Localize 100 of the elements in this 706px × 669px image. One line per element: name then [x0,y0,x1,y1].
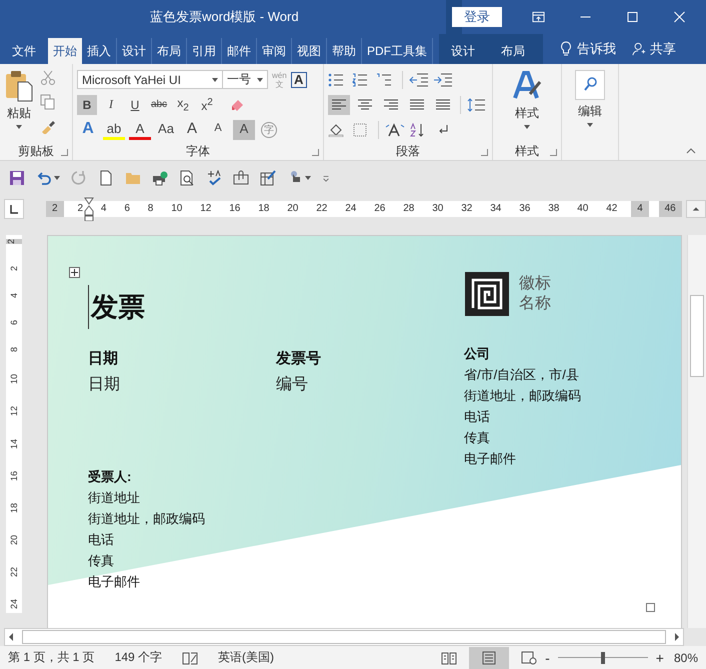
maximize-icon[interactable] [626,11,639,23]
share-label: 共享 [650,40,676,58]
attachment-icon[interactable] [233,170,249,186]
ruler-number: 10 [170,202,184,216]
print-preview-icon[interactable] [179,170,195,186]
decrease-indent-icon[interactable] [409,72,429,86]
increase-indent-icon[interactable] [433,72,453,86]
ruler-number: 8 [9,347,19,352]
scroll-up-button[interactable] [686,200,706,218]
scrollbar-thumb[interactable] [690,295,704,377]
chinese-layout-icon[interactable] [385,122,405,136]
dialog-launcher-icon[interactable] [312,149,319,156]
login-button[interactable]: 登录 [452,7,502,27]
paste-button[interactable]: 粘贴 [4,68,34,142]
undo-icon[interactable] [36,170,52,186]
font-size-field[interactable]: 一号 [222,70,268,89]
collapse-ribbon-icon[interactable] [686,148,696,154]
ruler-number: 40 [576,202,590,216]
close-icon[interactable] [673,11,686,23]
ruler-number: 18 [257,202,270,216]
tab-selector-icon[interactable] [4,199,24,219]
ruler-number: 20 [9,534,19,545]
copy-icon[interactable] [40,94,56,110]
ruler-number: 16 [228,202,242,216]
share-button[interactable]: 共享 [632,34,676,64]
format-button[interactable]: A [129,120,151,140]
print-layout-button[interactable] [469,646,510,668]
line-spacing-icon[interactable] [467,98,487,112]
ruler-number: 46 [658,201,682,217]
format-button[interactable]: ab [103,120,125,140]
spelling-check-icon[interactable] [206,170,222,186]
new-document-icon[interactable] [98,170,114,186]
proofing-book-icon[interactable] [182,650,198,664]
format-button[interactable]: I [101,94,121,114]
ruler-number: 16 [9,470,19,481]
format-button[interactable]: B [77,94,97,114]
dialog-launcher-icon[interactable] [481,149,488,156]
dropdown-caret-icon[interactable] [305,176,311,180]
format-button[interactable]: abc [149,94,169,114]
indent-marker-icon[interactable] [84,197,94,221]
printer-icon[interactable] [152,170,168,186]
word-count[interactable]: 149 个字 [114,649,162,666]
format-button[interactable]: x$_{2}$ [173,94,193,114]
ruler-number: 2 [76,202,84,216]
format-button[interactable]: A [77,120,99,140]
ribbon-tab[interactable]: 文件 [0,38,48,64]
dropdown-caret-icon[interactable] [54,176,60,180]
format-button[interactable]: A [207,120,229,140]
search-icon [575,70,605,100]
scroll-left-icon[interactable] [8,632,14,642]
ribbon-tab[interactable]: 设计 [439,38,487,64]
format-button[interactable]: U [125,94,145,114]
scrollbar-thumb[interactable] [22,630,666,644]
styles-button[interactable]: 样式 [512,68,542,142]
align-button[interactable] [328,94,350,114]
format-button[interactable]: x$^{2}$ [197,94,217,114]
ruler-number: 12 [9,406,19,416]
scissors-icon[interactable] [40,70,56,86]
save-icon[interactable] [9,170,25,186]
ruler-number: 42 [605,202,618,216]
alignment-lines-icon [332,98,346,110]
read-mode-icon[interactable] [441,650,458,664]
language-status[interactable]: 英语(美国) [218,649,274,666]
zoom-percent[interactable]: 80% [674,650,698,664]
ribbon-tab[interactable]: 开始 [48,38,82,64]
zoom-in-button[interactable]: + [656,650,664,666]
resize-handle[interactable] [646,603,656,612]
group-label: 字体 [186,142,210,160]
move-handle-icon[interactable] [69,267,80,278]
ruler-number: 4 [100,202,108,216]
format-button[interactable]: Aa [155,120,177,140]
page-count[interactable]: 第 1 页，共 1 页 [8,649,95,666]
dialog-launcher-icon[interactable] [61,149,68,156]
maze-logo-icon [465,272,509,316]
ruler-number: 20 [286,202,300,216]
tell-me-label: 告诉我 [577,40,616,58]
editing-button[interactable]: 编辑 [575,68,605,160]
company-address-line: 电子邮件 [464,450,517,468]
scroll-right-icon[interactable] [674,632,680,642]
group-label: 段落 [396,142,420,160]
dialog-launcher-icon[interactable] [550,149,557,156]
format-button[interactable]: A [233,120,255,140]
zoom-out-button[interactable]: - [545,650,550,666]
ruler-number: 24 [344,202,358,216]
ribbon-display-icon[interactable] [532,11,545,23]
tell-me-button[interactable]: 告诉我 [559,34,616,64]
zoom-slider-thumb[interactable] [600,652,605,664]
ribbon-tab[interactable]: 布局 [487,38,539,64]
web-layout-icon[interactable] [521,650,538,664]
character-border-button[interactable]: A [290,72,307,88]
font-name-field[interactable]: Microsoft YaHei UI [77,70,223,89]
document-title: 发票 [91,291,145,324]
edit-table-icon[interactable] [260,170,276,186]
format-painter-icon[interactable] [40,118,56,134]
format-button[interactable]: A [181,120,203,140]
ruler-number: 2 [9,266,19,272]
group-label: 剪贴板 [18,142,54,160]
ruler-number: 26 [373,202,386,216]
customize-toolbar-icon[interactable] [322,174,330,182]
alignment-lines-icon [436,98,450,110]
